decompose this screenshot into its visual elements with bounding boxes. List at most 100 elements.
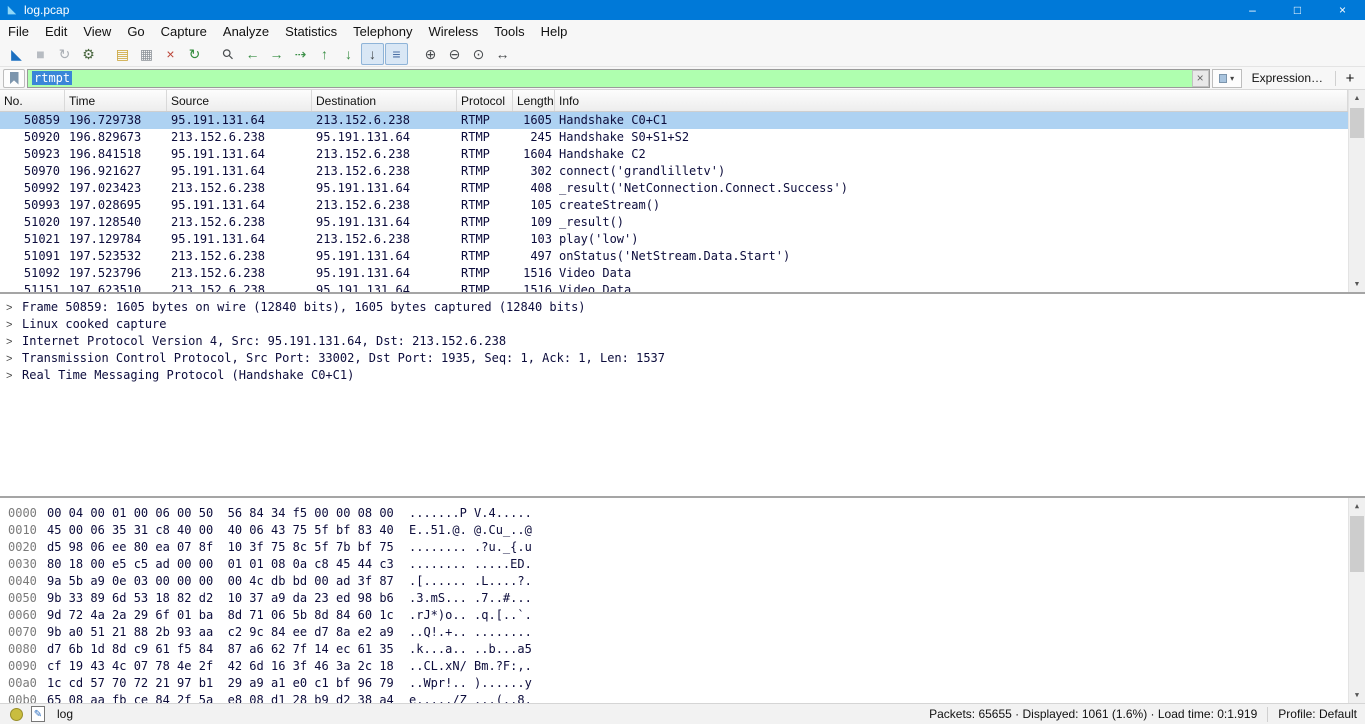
- maximize-button[interactable]: □: [1275, 0, 1320, 20]
- packet-row[interactable]: 51021197.12978495.191.131.64213.152.6.23…: [0, 231, 1365, 248]
- detail-line[interactable]: >Transmission Control Protocol, Src Port…: [0, 350, 1365, 367]
- menu-tools[interactable]: Tools: [486, 21, 532, 42]
- hex-row[interactable]: 00509b 33 89 6d 53 18 82 d2 10 37 a9 da …: [0, 590, 1365, 607]
- packet-row[interactable]: 51020197.128540213.152.6.23895.191.131.6…: [0, 214, 1365, 231]
- filter-input[interactable]: rtmpt ×: [27, 69, 1210, 88]
- packet-row[interactable]: 51092197.523796213.152.6.23895.191.131.6…: [0, 265, 1365, 282]
- menu-telephony[interactable]: Telephony: [345, 21, 420, 42]
- menu-capture[interactable]: Capture: [153, 21, 215, 42]
- hex-row[interactable]: 00409a 5b a9 0e 03 00 00 00 00 4c db bd …: [0, 573, 1365, 590]
- hex-dump-pane: 000000 04 00 01 00 06 00 50 56 84 34 f5 …: [0, 496, 1365, 703]
- stop-capture-button[interactable]: ■: [29, 43, 52, 65]
- hex-row[interactable]: 001045 00 06 35 31 c8 40 00 40 06 43 75 …: [0, 522, 1365, 539]
- capture-comment-icon[interactable]: ✎: [31, 706, 45, 722]
- reload-file-button[interactable]: ↻: [183, 43, 206, 65]
- start-capture-button[interactable]: ◣: [5, 43, 28, 65]
- restart-capture-button[interactable]: ↻: [53, 43, 76, 65]
- expand-arrow-icon[interactable]: >: [6, 351, 22, 368]
- hex-row[interactable]: 00609d 72 4a 2a 29 6f 01 ba 8d 71 06 5b …: [0, 607, 1365, 624]
- go-back-button[interactable]: ←: [241, 43, 264, 65]
- hex-scrollbar-thumb[interactable]: [1350, 516, 1364, 572]
- scroll-up-icon[interactable]: ▲: [1349, 498, 1365, 514]
- capture-options-button[interactable]: ⚙: [77, 43, 100, 65]
- menu-statistics[interactable]: Statistics: [277, 21, 345, 42]
- scroll-up-icon[interactable]: ▲: [1349, 90, 1365, 106]
- hex-row[interactable]: 0090cf 19 43 4c 07 78 4e 2f 42 6d 16 3f …: [0, 658, 1365, 675]
- expand-arrow-icon[interactable]: >: [6, 334, 22, 351]
- menu-view[interactable]: View: [75, 21, 119, 42]
- find-packet-icon: ⚲: [219, 44, 238, 63]
- close-button[interactable]: ×: [1320, 0, 1365, 20]
- col-header-info[interactable]: Info: [555, 90, 1348, 111]
- detail-line[interactable]: >Linux cooked capture: [0, 316, 1365, 333]
- zoom-original-button[interactable]: ⊙: [467, 43, 490, 65]
- close-file-button[interactable]: ×: [159, 43, 182, 65]
- col-header-src[interactable]: Source: [167, 90, 312, 111]
- expand-arrow-icon[interactable]: >: [6, 317, 22, 334]
- menu-analyze[interactable]: Analyze: [215, 21, 277, 42]
- resize-columns-button[interactable]: ↔: [491, 43, 514, 65]
- hex-row[interactable]: 0020d5 98 06 ee 80 ea 07 8f 10 3f 75 8c …: [0, 539, 1365, 556]
- go-forward-button[interactable]: →: [265, 43, 288, 65]
- col-header-proto[interactable]: Protocol: [457, 90, 513, 111]
- open-file-button[interactable]: ▤: [111, 43, 134, 65]
- hex-rows: 000000 04 00 01 00 06 00 50 56 84 34 f5 …: [0, 505, 1365, 703]
- packet-row[interactable]: 50993197.02869595.191.131.64213.152.6.23…: [0, 197, 1365, 214]
- menu-edit[interactable]: Edit: [37, 21, 75, 42]
- filter-bookmark-button[interactable]: [3, 69, 25, 88]
- go-to-packet-button[interactable]: ⇢: [289, 43, 312, 65]
- colorize-button[interactable]: ≡: [385, 43, 408, 65]
- expand-arrow-icon[interactable]: >: [6, 368, 22, 385]
- packet-row[interactable]: 50920196.829673213.152.6.23895.191.131.6…: [0, 129, 1365, 146]
- wireshark-window: ◣ log.pcap – □ × FileEditViewGoCaptureAn…: [0, 0, 1365, 724]
- detail-line[interactable]: >Internet Protocol Version 4, Src: 95.19…: [0, 333, 1365, 350]
- hex-scrollbar[interactable]: ▲ ▼: [1348, 498, 1365, 703]
- go-first-button[interactable]: ↑: [313, 43, 336, 65]
- menu-go[interactable]: Go: [119, 21, 152, 42]
- menu-help[interactable]: Help: [533, 21, 576, 42]
- packet-row[interactable]: 50859196.72973895.191.131.64213.152.6.23…: [0, 112, 1365, 129]
- expression-button[interactable]: Expression…: [1242, 71, 1333, 85]
- hex-row[interactable]: 00b065 08 aa fb ce 84 2f 5a e8 08 d1 28 …: [0, 692, 1365, 703]
- detail-line[interactable]: >Frame 50859: 1605 bytes on wire (12840 …: [0, 299, 1365, 316]
- add-filter-button[interactable]: +: [1338, 70, 1362, 87]
- expand-arrow-icon[interactable]: >: [6, 300, 22, 317]
- packet-list-scrollbar[interactable]: ▲ ▼: [1348, 90, 1365, 292]
- packet-list-scrollbar-thumb[interactable]: [1350, 108, 1364, 138]
- col-header-no[interactable]: No.: [0, 90, 65, 111]
- auto-scroll-button[interactable]: ↓: [361, 43, 384, 65]
- packet-row[interactable]: 50970196.92162795.191.131.64213.152.6.23…: [0, 163, 1365, 180]
- col-header-dst[interactable]: Destination: [312, 90, 457, 111]
- packet-row[interactable]: 51151197.623510213.152.6.23895.191.131.6…: [0, 282, 1365, 292]
- minimize-button[interactable]: –: [1230, 0, 1275, 20]
- hex-row[interactable]: 003080 18 00 e5 c5 ad 00 00 01 01 08 0a …: [0, 556, 1365, 573]
- detail-line[interactable]: >Real Time Messaging Protocol (Handshake…: [0, 367, 1365, 384]
- status-profile[interactable]: Profile: Default: [1278, 707, 1357, 721]
- save-file-button[interactable]: ▦: [135, 43, 158, 65]
- zoom-out-button[interactable]: ⊖: [443, 43, 466, 65]
- menu-wireless[interactable]: Wireless: [420, 21, 486, 42]
- scroll-down-icon[interactable]: ▼: [1349, 276, 1365, 292]
- hex-row[interactable]: 00a01c cd 57 70 72 21 97 b1 29 a9 a1 e0 …: [0, 675, 1365, 692]
- capture-options-icon: ⚙: [82, 46, 95, 63]
- open-file-icon: ▤: [116, 46, 129, 63]
- packet-row[interactable]: 50923196.84151895.191.131.64213.152.6.23…: [0, 146, 1365, 163]
- hex-row[interactable]: 000000 04 00 01 00 06 00 50 56 84 34 f5 …: [0, 505, 1365, 522]
- expert-info-icon[interactable]: [10, 708, 23, 721]
- col-header-len[interactable]: Length: [513, 90, 555, 111]
- app-icon[interactable]: ◣: [4, 0, 20, 20]
- menu-file[interactable]: File: [0, 21, 37, 42]
- status-stats: Packets: 65655 · Displayed: 1061 (1.6%) …: [929, 707, 1257, 721]
- hex-row[interactable]: 0080d7 6b 1d 8d c9 61 f5 84 87 a6 62 7f …: [0, 641, 1365, 658]
- filter-value: rtmpt: [32, 71, 72, 85]
- zoom-in-button[interactable]: ⊕: [419, 43, 442, 65]
- packet-row[interactable]: 51091197.523532213.152.6.23895.191.131.6…: [0, 248, 1365, 265]
- filter-clear-icon[interactable]: ×: [1192, 70, 1209, 87]
- packet-row[interactable]: 50992197.023423213.152.6.23895.191.131.6…: [0, 180, 1365, 197]
- hex-row[interactable]: 00709b a0 51 21 88 2b 93 aa c2 9c 84 ee …: [0, 624, 1365, 641]
- go-last-button[interactable]: ↓: [337, 43, 360, 65]
- col-header-time[interactable]: Time: [65, 90, 167, 111]
- find-packet-button[interactable]: ⚲: [217, 43, 240, 65]
- scroll-down-icon[interactable]: ▼: [1349, 687, 1365, 703]
- filter-history-dropdown[interactable]: ▾: [1212, 69, 1242, 88]
